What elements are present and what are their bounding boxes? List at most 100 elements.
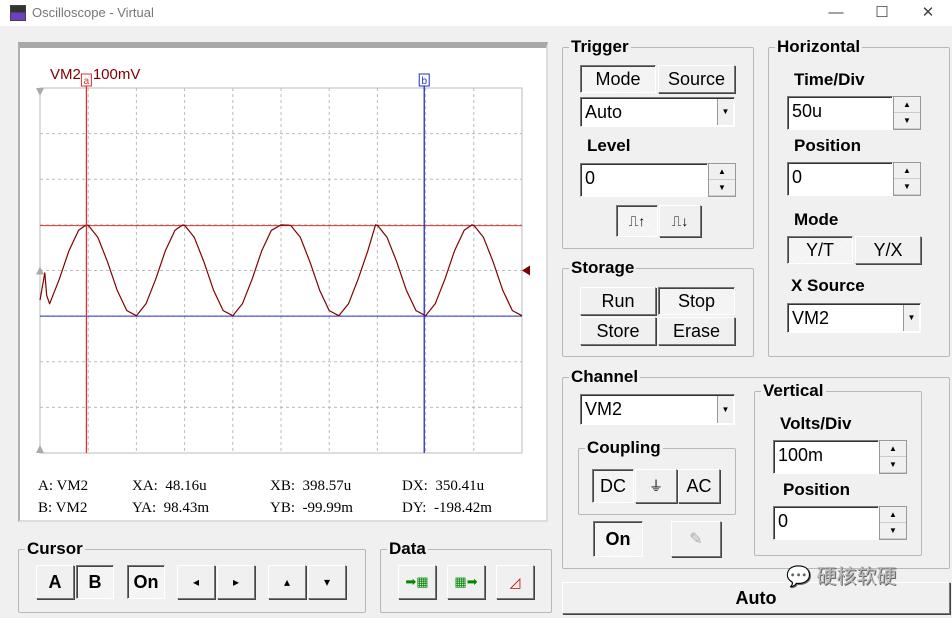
down-arrow-icon[interactable]: ▼: [880, 523, 906, 539]
readout-value: -198.42m: [433, 500, 492, 516]
readout-label: XB:: [270, 478, 296, 494]
cursor-up-button[interactable]: ▴: [268, 565, 306, 599]
up-arrow-icon[interactable]: ▲: [709, 164, 735, 180]
h-position-spinner[interactable]: ▲ ▼: [893, 162, 921, 196]
cursor-left-button[interactable]: ◂: [177, 565, 215, 599]
close-button[interactable]: ✕: [906, 2, 950, 24]
xsource-select[interactable]: VM2 ▼: [787, 303, 921, 333]
readout-a: A: VM2: [38, 478, 88, 495]
watermark: 💬 硬核软硬: [786, 560, 896, 589]
plot-button[interactable]: ◿: [496, 565, 534, 599]
scope-plot[interactable]: ab: [20, 48, 546, 520]
watermark-text: 硬核软硬: [816, 566, 897, 588]
coupling-group: Coupling DC ⏚ AC: [578, 438, 736, 515]
cursor-on-button[interactable]: On: [127, 565, 165, 599]
readout-dx: DX: 350.41u: [402, 478, 484, 495]
trigger-level-input[interactable]: 0: [580, 163, 708, 197]
data-title: Data: [387, 539, 428, 559]
maximize-button[interactable]: ☐: [860, 2, 904, 24]
trigger-mode-tab[interactable]: Mode: [580, 65, 656, 93]
selected-value: VM2: [585, 399, 623, 419]
readout-label: A:: [38, 478, 53, 494]
cursor-b-tag: b: [421, 76, 427, 87]
trigger-source-tab[interactable]: Source: [658, 65, 735, 93]
window-title: Oscilloscope - Virtual: [32, 5, 154, 20]
falling-edge-icon: ⎍↓: [671, 212, 689, 229]
v-position-input[interactable]: 0: [773, 506, 879, 540]
cursor-a-button[interactable]: A: [36, 565, 74, 599]
level-spinner[interactable]: ▲ ▼: [708, 163, 736, 197]
top-marker: [36, 88, 44, 96]
horizontal-title: Horizontal: [775, 37, 863, 57]
app-icon: [10, 5, 26, 21]
readout-label: YA:: [132, 500, 157, 516]
readout-value: -99.99m: [302, 500, 353, 516]
up-arrow-icon[interactable]: ▲: [880, 507, 906, 523]
scale-value: 100mV: [92, 66, 141, 83]
readout-label: DX:: [402, 478, 428, 494]
erase-button[interactable]: Erase: [658, 317, 735, 345]
chevron-down-icon[interactable]: ▼: [717, 99, 733, 125]
yx-button[interactable]: Y/X: [855, 236, 921, 264]
readout-label: YB:: [270, 500, 296, 516]
voltsdiv-input[interactable]: 100m: [773, 440, 879, 474]
down-arrow-icon[interactable]: ▼: [880, 457, 906, 473]
cursor-down-button[interactable]: ▾: [308, 565, 346, 599]
curve-icon: ◿: [509, 573, 521, 590]
run-button[interactable]: Run: [580, 287, 656, 315]
export-icon: ▦➡: [454, 574, 478, 589]
coupling-title: Coupling: [585, 438, 663, 458]
falling-edge-button[interactable]: ⎍↓: [659, 205, 701, 237]
chevron-down-icon[interactable]: ▼: [903, 305, 919, 331]
channel-title: Channel: [569, 367, 641, 387]
up-arrow-icon[interactable]: ▲: [894, 163, 920, 179]
readout-value: VM2: [56, 478, 89, 494]
cursor-b-button[interactable]: B: [76, 565, 114, 599]
readout-xb: XB: 398.57u: [270, 478, 351, 495]
readout-value: 350.41u: [435, 478, 485, 494]
timediv-input[interactable]: 50u: [787, 96, 893, 130]
ac-coupling-button[interactable]: AC: [678, 469, 720, 503]
channel-scale-label: VM2 100mV: [50, 66, 140, 83]
stop-button[interactable]: Stop: [658, 287, 735, 315]
v-position-spinner[interactable]: ▲ ▼: [879, 506, 907, 540]
minimize-button[interactable]: —: [814, 2, 858, 24]
scope-screen: ab VM2 100mV A: VM2 B: VM2 XA: 48.16u YA:…: [18, 42, 548, 522]
ground-coupling-button[interactable]: ⏚: [635, 469, 677, 503]
down-arrow-icon[interactable]: ▼: [894, 179, 920, 195]
rising-edge-button[interactable]: ⎍↑: [616, 205, 658, 237]
vertical-group: Vertical Volts/Div 100m ▲ ▼ Position 0 ▲ ▼: [754, 381, 922, 556]
trigger-level-marker: [522, 265, 530, 276]
readout-value: VM2: [55, 500, 88, 516]
selected-value: VM2: [792, 308, 830, 328]
export-data-button[interactable]: ▦➡: [447, 565, 485, 599]
down-arrow-icon[interactable]: ▼: [894, 113, 920, 129]
trigger-mode-select[interactable]: Auto ▼: [580, 97, 735, 127]
down-arrow-icon[interactable]: ▼: [709, 180, 735, 196]
voltsdiv-label: Volts/Div: [780, 414, 852, 433]
readout-label: XA:: [132, 478, 158, 494]
timediv-spinner[interactable]: ▲ ▼: [893, 96, 921, 130]
import-data-button[interactable]: ➡▦: [398, 565, 436, 599]
readout-xa: XA: 48.16u: [132, 478, 207, 495]
channel-on-button[interactable]: On: [593, 521, 643, 557]
store-button[interactable]: Store: [580, 317, 656, 345]
probe-button[interactable]: ✎: [671, 521, 721, 557]
dc-coupling-button[interactable]: DC: [592, 469, 634, 503]
voltsdiv-spinner[interactable]: ▲ ▼: [879, 440, 907, 474]
storage-group: Storage Run Stop Store Erase: [562, 258, 754, 357]
vertical-title: Vertical: [761, 381, 826, 401]
chevron-down-icon[interactable]: ▼: [717, 396, 733, 423]
up-arrow-icon[interactable]: ▲: [894, 97, 920, 113]
channel-select[interactable]: VM2 ▼: [580, 394, 735, 425]
trigger-title: Trigger: [569, 37, 631, 57]
h-position-input[interactable]: 0: [787, 162, 893, 196]
rising-edge-icon: ⎍↑: [628, 212, 646, 229]
data-group: Data ➡▦ ▦➡ ◿: [380, 539, 552, 613]
import-icon: ➡▦: [405, 574, 429, 589]
readout-value: 48.16u: [165, 478, 207, 494]
yt-button[interactable]: Y/T: [787, 236, 853, 264]
cursor-right-button[interactable]: ▸: [217, 565, 255, 599]
readout-label: B:: [38, 500, 53, 516]
up-arrow-icon[interactable]: ▲: [880, 441, 906, 457]
